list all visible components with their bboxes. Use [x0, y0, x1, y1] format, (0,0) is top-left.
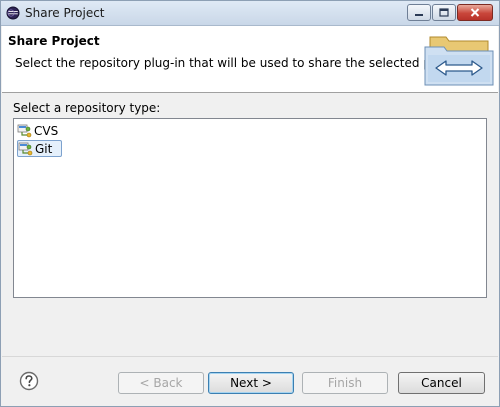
list-item-cvs[interactable]: CVS: [17, 122, 62, 139]
finish-button[interactable]: Finish: [302, 372, 388, 394]
close-button[interactable]: [457, 4, 493, 21]
minimize-button[interactable]: [407, 4, 431, 21]
wizard-page-title: Share Project: [8, 34, 100, 48]
eclipse-app-icon: [6, 6, 20, 20]
repository-icon: [17, 123, 32, 138]
minimize-icon: [415, 13, 423, 16]
maximize-icon: [439, 8, 449, 17]
list-item-label: CVS: [34, 123, 59, 138]
repository-icon: [18, 141, 33, 156]
list-item-label: Git: [35, 141, 53, 156]
maximize-button[interactable]: [432, 4, 456, 21]
help-button[interactable]: [19, 371, 39, 391]
back-button[interactable]: < Back: [118, 372, 204, 394]
wizard-header: Share Project Select the repository plug…: [2, 26, 498, 93]
title-bar[interactable]: Share Project: [1, 1, 499, 26]
share-project-wizard-icon: [424, 36, 494, 86]
share-project-dialog: Share Project Share Project Select the r…: [0, 0, 500, 407]
footer-divider: [2, 356, 498, 357]
repository-type-list[interactable]: CVS Git: [13, 118, 487, 298]
next-button[interactable]: Next >: [208, 372, 294, 394]
repository-type-label: Select a repository type:: [13, 101, 161, 115]
list-item-git[interactable]: Git: [17, 140, 62, 157]
window-title: Share Project: [25, 6, 105, 20]
cancel-button[interactable]: Cancel: [398, 372, 485, 394]
wizard-page-description: Select the repository plug-in that will …: [15, 56, 469, 70]
question-circle-icon: [19, 371, 39, 391]
close-icon: [470, 8, 480, 17]
